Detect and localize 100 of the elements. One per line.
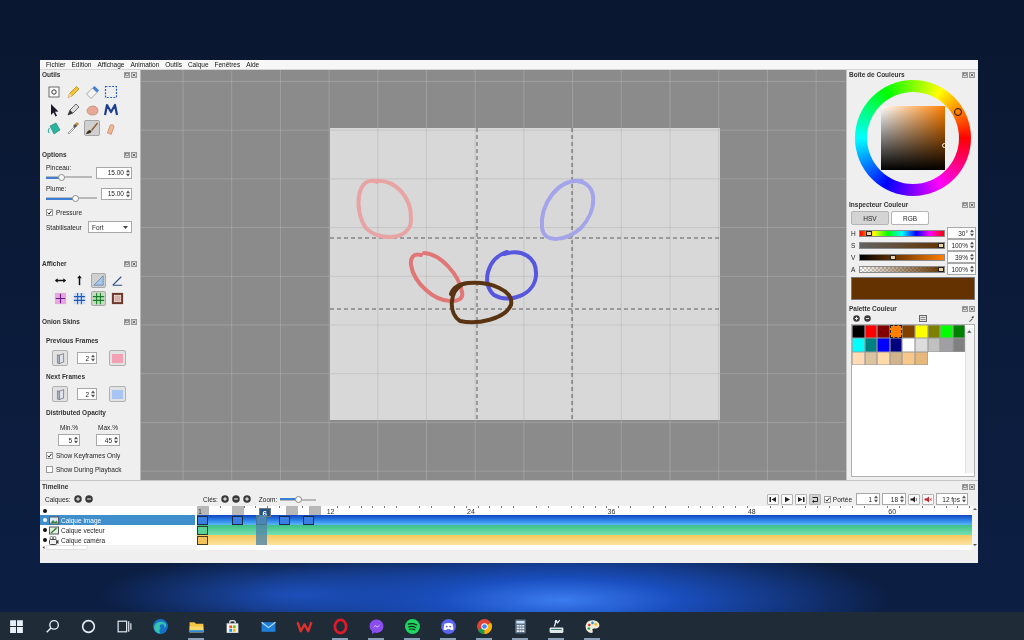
paint-palette-icon[interactable] [583, 618, 601, 635]
spin-arrows-icon[interactable] [970, 265, 974, 273]
color-swatch[interactable] [914, 325, 928, 339]
spin-arrows-icon[interactable] [874, 495, 878, 503]
keyframe[interactable] [197, 515, 209, 525]
swirl-icon[interactable] [151, 618, 169, 635]
loop-button[interactable] [808, 493, 821, 505]
circle-icon[interactable] [79, 618, 97, 635]
color-swatch[interactable] [927, 325, 941, 339]
pen-nib-icon[interactable] [65, 102, 81, 118]
four-panes-icon[interactable] [7, 618, 25, 635]
spin-arrows-icon[interactable] [91, 354, 95, 362]
color-swatch[interactable] [864, 338, 878, 352]
spin-arrows-icon[interactable] [900, 495, 904, 503]
add-icon[interactable] [220, 495, 229, 503]
color-swatch[interactable] [952, 325, 966, 339]
keyframe[interactable] [302, 515, 314, 525]
keyframe[interactable] [197, 535, 209, 545]
keyframe[interactable] [279, 515, 291, 525]
close-button[interactable] [969, 483, 975, 490]
slider-thumb[interactable] [866, 230, 873, 236]
grid-icon[interactable] [91, 291, 106, 306]
ring-icon[interactable] [331, 618, 349, 635]
color-swatch[interactable] [889, 351, 903, 365]
grid-icon[interactable] [72, 291, 87, 306]
close-button[interactable] [969, 72, 975, 78]
color-swatch[interactable] [889, 325, 903, 339]
sound-button[interactable] [908, 493, 920, 505]
color-swatch[interactable] [877, 325, 890, 339]
framed-square-icon[interactable] [110, 291, 125, 306]
slider-thumb[interactable] [294, 495, 302, 503]
color-swatch[interactable] [940, 338, 953, 352]
dot-icon[interactable] [43, 508, 47, 513]
color-swatch[interactable] [927, 338, 941, 352]
slider-thumb[interactable] [72, 195, 80, 202]
remove-icon[interactable] [231, 495, 240, 503]
undock-button[interactable] [962, 483, 968, 490]
list-view-icon[interactable] [919, 314, 927, 322]
slider-track[interactable] [859, 253, 945, 261]
checkbox[interactable] [46, 466, 53, 473]
task-view-icon[interactable] [115, 618, 133, 635]
dot-icon[interactable] [43, 528, 47, 532]
slider-thumb[interactable] [938, 242, 944, 248]
checkbox[interactable] [823, 495, 831, 503]
slider-thumb[interactable] [57, 174, 65, 181]
color-swatch[interactable] [952, 338, 966, 352]
color-swatch[interactable] [914, 338, 928, 352]
spin-arrows-icon[interactable] [74, 436, 78, 444]
next-frame-button[interactable] [794, 493, 807, 505]
remove-icon[interactable] [864, 314, 871, 322]
close-button[interactable] [131, 261, 137, 267]
slider-track[interactable] [859, 241, 945, 249]
dot-icon[interactable] [43, 538, 47, 542]
close-button[interactable] [131, 72, 137, 78]
add-icon[interactable] [73, 495, 82, 503]
slider-thumb[interactable] [938, 266, 944, 272]
add-icon[interactable] [853, 314, 860, 322]
keyframe[interactable] [232, 515, 244, 525]
color-swatch[interactable] [852, 351, 865, 365]
checkbox[interactable] [46, 452, 53, 459]
eraser-icon[interactable] [84, 84, 100, 100]
spin-arrows-icon[interactable] [962, 495, 966, 503]
tricolor-ball-icon[interactable] [475, 618, 493, 635]
scrollbar[interactable] [965, 325, 974, 476]
slider-track[interactable] [859, 229, 945, 237]
spin-arrows-icon[interactable] [91, 390, 95, 398]
onion-mode-button[interactable] [52, 386, 68, 402]
game-controller-icon[interactable] [439, 618, 457, 635]
crosshair-square-icon[interactable] [53, 291, 68, 306]
color-swatch[interactable] [852, 338, 865, 352]
color-swatch[interactable] [877, 338, 890, 352]
close-button[interactable] [969, 306, 975, 312]
dot-icon[interactable] [43, 518, 47, 522]
color-swatch[interactable] [852, 325, 865, 339]
close-button[interactable] [131, 319, 137, 325]
close-button[interactable] [969, 202, 975, 208]
keyframe[interactable] [197, 525, 209, 535]
mute-button[interactable] [922, 493, 934, 505]
sound-waves-icon[interactable] [403, 618, 421, 635]
spin-arrows-icon[interactable] [970, 253, 974, 261]
zigzag-line-icon[interactable] [103, 102, 119, 118]
remove-icon[interactable] [84, 495, 93, 503]
color-swatch[interactable] [902, 325, 915, 339]
color-swatch[interactable] [902, 351, 915, 365]
saturation-value-square[interactable] [880, 106, 945, 170]
scrollbar[interactable] [40, 545, 197, 550]
spin-arrows-icon[interactable] [114, 436, 118, 444]
add-icon[interactable] [242, 495, 251, 503]
slider-thumb[interactable] [890, 254, 897, 260]
slider-track[interactable] [859, 265, 945, 273]
dashed-rectangle-icon[interactable] [103, 84, 119, 100]
spin-arrows-icon[interactable] [126, 189, 130, 198]
chat-bubble-icon[interactable] [367, 618, 385, 635]
previous-frame-button[interactable] [766, 493, 779, 505]
checkbox[interactable] [46, 209, 53, 216]
color-swatch[interactable] [902, 338, 915, 352]
color-swatch[interactable] [940, 325, 953, 339]
paintbrush-icon[interactable] [84, 120, 100, 136]
color-swatch[interactable] [864, 325, 878, 339]
spin-arrows-icon[interactable] [126, 168, 130, 177]
